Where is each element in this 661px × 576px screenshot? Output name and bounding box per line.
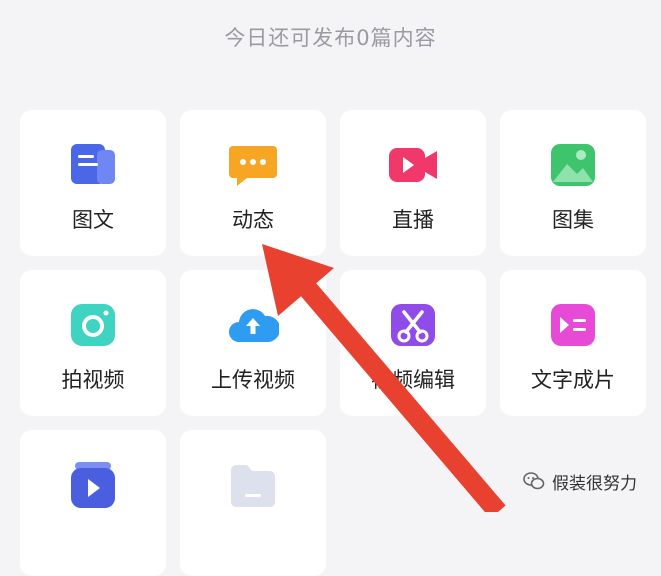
wechat-icon	[523, 472, 545, 490]
chat-bubble-icon	[227, 140, 279, 190]
option-label: 上传视频	[211, 368, 295, 392]
option-video[interactable]	[20, 430, 166, 576]
watermark-text: 假装很努力	[552, 473, 637, 494]
option-article[interactable]: 图文	[20, 110, 166, 256]
folder-icon	[227, 460, 279, 510]
option-text-to-video[interactable]: 文字成片	[500, 270, 646, 416]
camera-icon	[67, 300, 119, 350]
article-icon	[67, 140, 119, 190]
option-shoot-video[interactable]: 拍视频	[20, 270, 166, 416]
text-to-video-icon	[547, 300, 599, 350]
option-label: 图集	[552, 208, 594, 232]
option-drafts[interactable]	[180, 430, 326, 576]
header-quota-text: 今日还可发布0篇内容	[224, 26, 437, 50]
watermark: 假装很努力	[522, 466, 637, 496]
cloud-upload-icon	[227, 300, 281, 350]
option-moment[interactable]: 动态	[180, 110, 326, 256]
option-upload-video[interactable]: 上传视频	[180, 270, 326, 416]
option-live[interactable]: 直播	[340, 110, 486, 256]
gallery-icon	[547, 140, 599, 190]
play-icon	[67, 460, 119, 510]
scissors-icon	[387, 300, 439, 350]
option-label: 动态	[232, 208, 274, 232]
option-label: 直播	[392, 208, 434, 232]
option-label: 视频编辑	[371, 368, 455, 392]
option-label: 图文	[72, 208, 114, 232]
option-video-edit[interactable]: 视频编辑	[340, 270, 486, 416]
video-camera-icon	[387, 140, 439, 190]
option-gallery[interactable]: 图集	[500, 110, 646, 256]
option-label: 文字成片	[531, 368, 615, 392]
option-label: 拍视频	[61, 368, 125, 392]
